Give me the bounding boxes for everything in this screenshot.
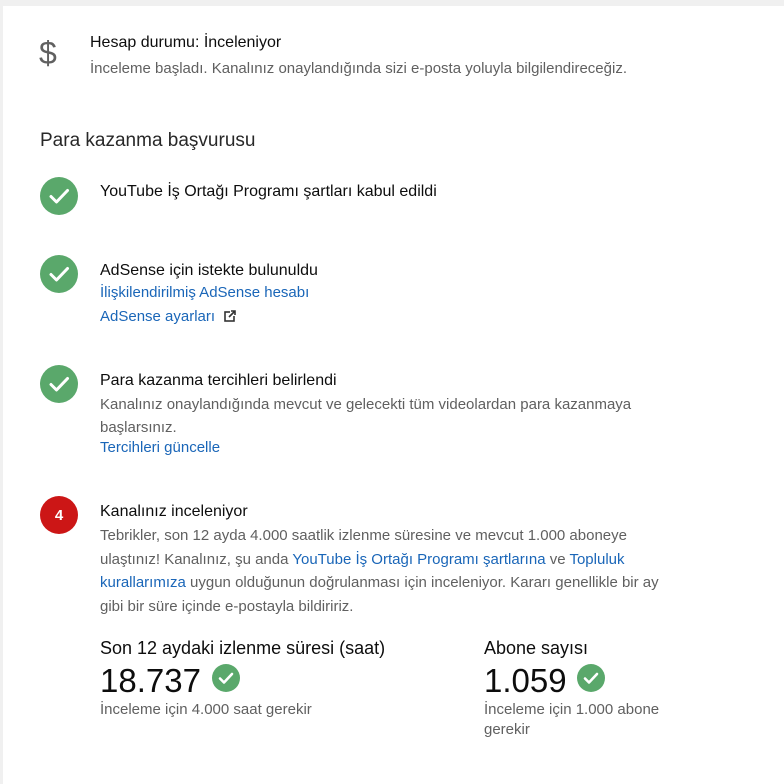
step-4-text: Tebrikler, son 12 ayda 4.000 saatlik izl…: [100, 524, 660, 618]
check-circle-icon: [212, 664, 240, 692]
subscribers-label: Abone sayısı: [484, 638, 589, 658]
step-2-title: AdSense için istekte bulunuldu: [100, 262, 318, 279]
watch-time-label: Son 12 aydaki izlenme süresi (saat): [100, 638, 386, 658]
check-circle-icon: [577, 664, 605, 692]
adsense-settings-link[interactable]: AdSense ayarları: [100, 308, 215, 325]
monetization-card: $ Hesap durumu: İnceleniyor İnceleme baş…: [3, 6, 784, 784]
dollar-icon: $: [39, 35, 57, 71]
step-4-number-badge: 4: [40, 496, 78, 534]
account-status-title: Hesap durumu: İnceleniyor: [90, 34, 282, 51]
watch-time-value: 18.737: [100, 662, 201, 699]
step-3-text: Kanalınız onaylandığında mevcut ve gelec…: [100, 396, 632, 436]
check-circle-icon: [40, 365, 78, 403]
section-title: Para kazanma başvurusu: [40, 130, 256, 151]
ypp-terms-link[interactable]: YouTube İş Ortağı Programı şartlarına: [292, 551, 545, 568]
external-link-icon[interactable]: [223, 309, 236, 327]
subscribers-value: 1.059: [484, 662, 567, 699]
adsense-settings-link-wrap: AdSense ayarları: [100, 308, 236, 327]
watch-time-note: İnceleme için 4.000 saat gerekir: [100, 701, 312, 718]
check-circle-icon: [40, 255, 78, 293]
update-preferences-link[interactable]: Tercihleri güncelle: [100, 439, 220, 456]
check-circle-icon: [40, 177, 78, 215]
account-status-subtitle: İnceleme başladı. Kanalınız onaylandığın…: [90, 60, 627, 77]
subscribers-note-line-1: İnceleme için 1.000 abone: [484, 701, 660, 718]
linked-adsense-account-link[interactable]: İlişkilendirilmiş AdSense hesabı: [100, 284, 309, 301]
step-4-text-part: ve: [545, 550, 570, 568]
step-1-title: YouTube İş Ortağı Programı şartları kabu…: [100, 183, 437, 200]
step-4-title: Kanalınız inceleniyor: [100, 503, 248, 520]
step-3-title: Para kazanma tercihleri belirlendi: [100, 372, 337, 389]
subscribers-note-line-2: gerekir: [484, 721, 530, 738]
